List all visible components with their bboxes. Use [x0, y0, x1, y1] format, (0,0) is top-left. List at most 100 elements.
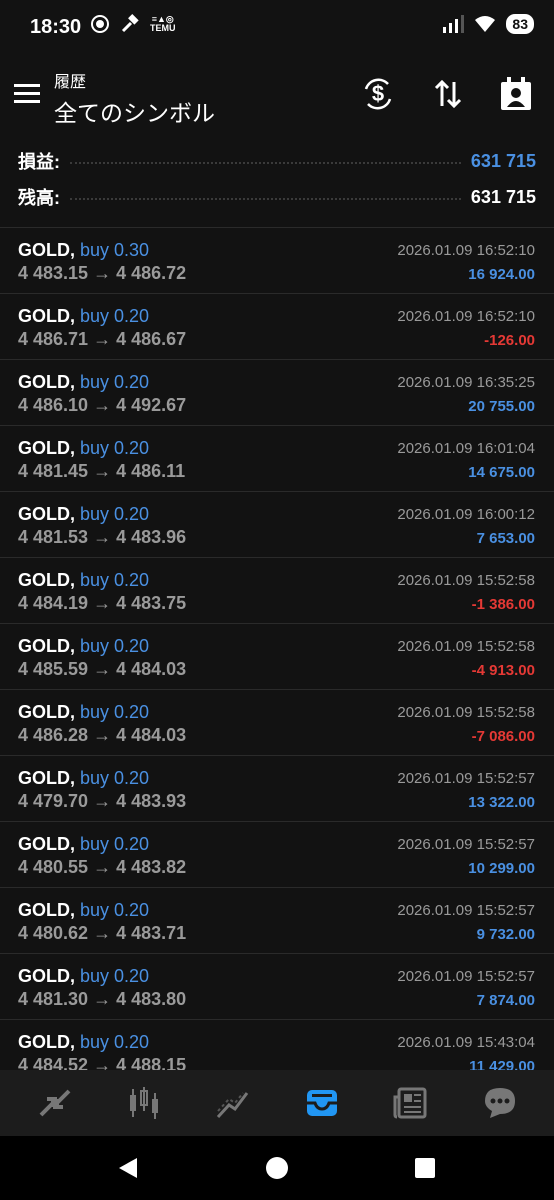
trade-side-volume: buy 0.20 — [80, 834, 150, 854]
nav-quotes[interactable] — [30, 1078, 80, 1128]
trade-time: 2026.01.09 15:52:58 — [397, 638, 535, 655]
trade-row[interactable]: GOLD, buy 0.20 4 481.30 → 4 483.80 2026.01… — [0, 954, 554, 1020]
trade-row[interactable]: GOLD, buy 0.20 4 479.70 → 4 483.93 2026.01… — [0, 756, 554, 822]
status-system-icons: 83 — [442, 14, 534, 34]
trade-profit: 16 924.00 — [468, 266, 535, 283]
trade-symbol: GOLD, — [18, 372, 75, 392]
trade-prices: 4 484.19 → 4 483.75 — [18, 593, 187, 613]
calendar-button[interactable] — [496, 74, 536, 114]
trade-icon — [216, 1092, 248, 1119]
trade-symbol: GOLD, — [18, 438, 75, 458]
trade-side-volume: buy 0.20 — [80, 504, 150, 524]
trade-symbol: GOLD, — [18, 702, 75, 722]
trade-symbol: GOLD, — [18, 240, 75, 260]
balance-value: 631 715 — [470, 186, 536, 207]
back-icon — [119, 1158, 137, 1178]
nav-trade[interactable] — [208, 1078, 258, 1128]
trade-symbol-line: GOLD, buy 0.20 — [18, 438, 149, 459]
trade-symbol-line: GOLD, buy 0.20 — [18, 372, 149, 393]
trade-side-volume: buy 0.20 — [80, 636, 150, 656]
trade-symbol: GOLD, — [18, 636, 75, 656]
trade-symbol-line: GOLD, buy 0.20 — [18, 1032, 149, 1053]
trade-time: 2026.01.09 15:52:58 — [397, 704, 535, 721]
trade-time: 2026.01.09 15:52:57 — [397, 770, 535, 787]
trade-prices: 4 485.59 → 4 484.03 — [18, 659, 187, 679]
trade-symbol-line: GOLD, buy 0.20 — [18, 636, 149, 657]
trade-profit: 9 732.00 — [476, 926, 535, 943]
trade-row[interactable]: GOLD, buy 0.20 4 484.19 → 4 483.75 2026.01… — [0, 558, 554, 624]
trade-row[interactable]: GOLD, buy 0.20 4 484.52 → 4 488.15 2026.01… — [0, 1020, 554, 1071]
nav-chart[interactable] — [119, 1078, 169, 1128]
trade-row[interactable]: GOLD, buy 0.20 4 481.45 → 4 486.11 2026.01… — [0, 426, 554, 492]
trade-row[interactable]: GOLD, buy 0.20 4 486.10 → 4 492.67 2026.01… — [0, 360, 554, 426]
trade-time: 2026.01.09 15:52:57 — [397, 968, 535, 985]
trade-prices: 4 486.71 → 4 486.67 — [18, 329, 187, 349]
nav-news[interactable] — [386, 1078, 436, 1128]
sort-button[interactable] — [428, 74, 468, 114]
dollar-refresh-icon: $ — [364, 78, 392, 110]
trade-side-volume: buy 0.20 — [80, 438, 150, 458]
trade-row[interactable]: GOLD, buy 0.20 4 481.53 → 4 483.96 2026.01… — [0, 492, 554, 558]
trade-profit: 13 322.00 — [468, 794, 535, 811]
trade-profit: 10 299.00 — [468, 860, 535, 877]
dotted-leader — [70, 162, 461, 164]
nav-chat[interactable] — [475, 1078, 525, 1128]
status-notification-icons: ≡▲◎ TEMU — [90, 14, 176, 34]
trade-symbol: GOLD, — [18, 306, 75, 326]
quotes-icon — [39, 1089, 70, 1117]
trade-side-volume: buy 0.30 — [80, 240, 150, 260]
trade-profit: 7 874.00 — [476, 992, 535, 1009]
trade-side-volume: buy 0.20 — [80, 372, 150, 392]
status-bar: 18:30 ≡▲◎ TEMU 83 — [0, 0, 554, 56]
currency-toggle-button[interactable]: $ — [358, 74, 398, 114]
home-button[interactable] — [265, 1156, 289, 1180]
profit-value: 631 715 — [470, 150, 536, 171]
trade-history-list[interactable]: GOLD, buy 0.30 4 483.15 → 4 486.72 2026.01… — [0, 227, 554, 1071]
trade-prices: 4 480.62 → 4 483.71 — [18, 923, 187, 943]
status-time: 18:30 — [30, 16, 82, 38]
trade-symbol: GOLD, — [18, 768, 75, 788]
recents-button[interactable] — [413, 1156, 437, 1180]
trade-row[interactable]: GOLD, buy 0.20 4 486.71 → 4 486.67 2026.01… — [0, 294, 554, 360]
trade-side-volume: buy 0.20 — [80, 966, 150, 986]
trade-prices: 4 486.28 → 4 484.03 — [18, 725, 187, 745]
trade-symbol-line: GOLD, buy 0.20 — [18, 306, 149, 327]
trade-row[interactable]: GOLD, buy 0.30 4 483.15 → 4 486.72 2026.01… — [0, 228, 554, 294]
calendar-person-icon — [501, 77, 531, 110]
trade-prices: 4 481.45 → 4 486.11 — [18, 461, 186, 481]
trade-profit: -126.00 — [484, 332, 535, 349]
trade-time: 2026.01.09 16:00:12 — [397, 506, 535, 523]
nav-history[interactable] — [297, 1078, 347, 1128]
back-button[interactable] — [116, 1156, 140, 1180]
trade-row[interactable]: GOLD, buy 0.20 4 486.28 → 4 484.03 2026.01… — [0, 690, 554, 756]
profit-row: 損益: 631 715 — [18, 146, 536, 176]
page-title[interactable]: 全てのシンボル — [54, 94, 215, 128]
trade-row[interactable]: GOLD, buy 0.20 4 485.59 → 4 484.03 2026.01… — [0, 624, 554, 690]
temu-icon: ≡▲◎ TEMU — [150, 14, 176, 33]
menu-icon[interactable] — [14, 82, 40, 104]
trade-symbol-line: GOLD, buy 0.20 — [18, 504, 149, 525]
trade-time: 2026.01.09 15:52:57 — [397, 902, 535, 919]
trade-symbol: GOLD, — [18, 900, 75, 920]
chat-icon — [484, 1088, 515, 1118]
trade-symbol: GOLD, — [18, 1032, 75, 1052]
trade-row[interactable]: GOLD, buy 0.20 4 480.62 → 4 483.71 2026.01… — [0, 888, 554, 954]
trade-symbol-line: GOLD, buy 0.30 — [18, 240, 149, 261]
trade-time: 2026.01.09 16:52:10 — [397, 308, 535, 325]
trade-time: 2026.01.09 16:35:25 — [397, 374, 535, 391]
home-icon — [266, 1157, 288, 1179]
chart-icon — [129, 1087, 158, 1119]
trade-prices: 4 481.53 → 4 483.96 — [18, 527, 187, 547]
balance-label: 残高: — [18, 188, 60, 208]
system-navigation-bar — [0, 1136, 554, 1200]
trade-profit: -1 386.00 — [471, 596, 535, 613]
trade-profit: 7 653.00 — [476, 530, 535, 547]
trade-side-volume: buy 0.20 — [80, 1032, 150, 1052]
hammer-icon — [121, 14, 139, 33]
trade-symbol-line: GOLD, buy 0.20 — [18, 570, 149, 591]
trade-prices: 4 483.15 → 4 486.72 — [18, 263, 187, 283]
trade-symbol-line: GOLD, buy 0.20 — [18, 834, 149, 855]
trade-time: 2026.01.09 15:43:04 — [397, 1034, 535, 1051]
bottom-navigation — [0, 1070, 554, 1136]
trade-row[interactable]: GOLD, buy 0.20 4 480.55 → 4 483.82 2026.01… — [0, 822, 554, 888]
